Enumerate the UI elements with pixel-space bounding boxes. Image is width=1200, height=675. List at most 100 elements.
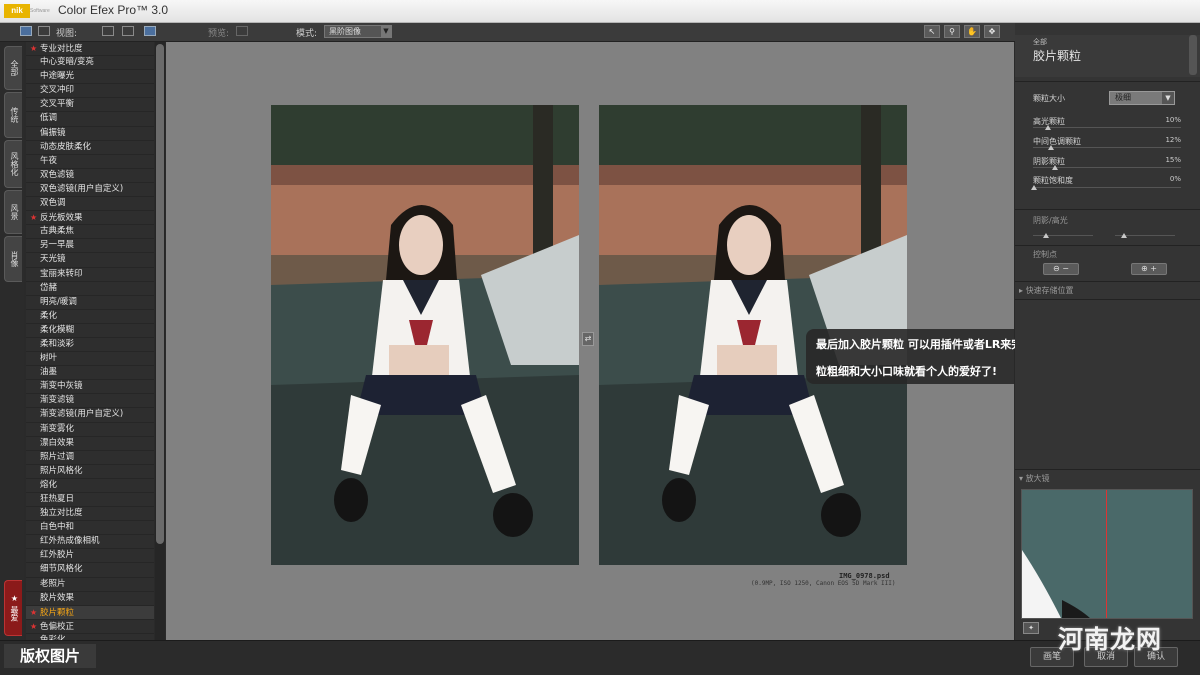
filter-list-item[interactable]: 中途曝光 — [26, 70, 154, 85]
highlight-grain-slider[interactable] — [1033, 127, 1181, 128]
filter-list-item[interactable]: 独立对比度 — [26, 507, 154, 522]
remove-control-point-button[interactable]: ⊖ − — [1043, 263, 1079, 275]
filter-label: 双色滤镜(用户自定义) — [40, 183, 124, 194]
quick-save-section[interactable]: ▸ 快速存储位置 — [1019, 285, 1074, 296]
panel-scrollbar[interactable] — [1189, 35, 1197, 75]
filter-label: 专业对比度 — [40, 44, 83, 54]
favorite-star-icon[interactable]: ★ — [30, 606, 40, 619]
slider-handle[interactable] — [1031, 185, 1037, 190]
loupe-view[interactable] — [1021, 489, 1193, 619]
slider-label: 颗粒饱和度 — [1033, 176, 1073, 185]
filter-list-item[interactable]: 柔化 — [26, 310, 154, 324]
midtone-grain-slider[interactable] — [1033, 147, 1181, 148]
mode-select[interactable]: 黑阶图像 ▼ — [324, 25, 392, 38]
filter-list-item[interactable]: 细节风格化 — [26, 563, 154, 578]
filter-list-item[interactable]: 老照片 — [26, 578, 154, 592]
title-bar: nik Software Color Efex Pro™ 3.0 — [0, 0, 1200, 23]
filter-list-item[interactable]: 双色滤镜 — [26, 169, 154, 183]
filter-label: 白色中和 — [40, 522, 75, 533]
grain-saturation-slider[interactable] — [1033, 187, 1181, 188]
tab-all[interactable]: 全部 — [4, 46, 22, 90]
filter-list-item[interactable]: 天光镜 — [26, 253, 154, 268]
filter-list-item[interactable]: 柔化模糊 — [26, 324, 154, 338]
single-panel-icon[interactable] — [20, 26, 32, 36]
filter-list-item[interactable]: 动态皮肤柔化 — [26, 141, 154, 155]
tab-favorites[interactable]: ★ 最爱 — [4, 580, 22, 636]
filter-list-item[interactable]: 熔化 — [26, 479, 154, 493]
filter-list-item[interactable]: 红外胶片 — [26, 549, 154, 564]
tab-stylized[interactable]: 风格化 — [4, 140, 22, 188]
split-swap-icon[interactable]: ⇄ — [582, 332, 594, 346]
slider-handle[interactable] — [1121, 233, 1127, 238]
category-tabs: 全部 传统 风格化 风景 肖像 ★ 最爱 — [0, 42, 24, 640]
filter-list-item[interactable]: 渐变中灰镜 — [26, 380, 154, 395]
filter-list-item[interactable]: 渐变滤镜 — [26, 394, 154, 409]
favorite-star-icon[interactable]: ★ — [30, 42, 40, 55]
view-side-by-side-icon[interactable] — [144, 26, 156, 36]
arrow-tool-icon[interactable]: ↖ — [924, 25, 940, 38]
tab-landscape[interactable]: 风景 — [4, 190, 22, 234]
filter-list-item[interactable]: 交叉冲印 — [26, 84, 154, 99]
zoom-tool-icon[interactable]: ⚲ — [944, 25, 960, 38]
filter-list-item[interactable]: ★ 反光板效果 — [26, 211, 154, 226]
filter-list-item[interactable]: 古典柔焦 — [26, 225, 154, 240]
filter-list-item[interactable]: 照片过调 — [26, 451, 154, 465]
filter-label: 独立对比度 — [40, 508, 83, 519]
filter-list-item[interactable]: 柔和淡彩 — [26, 338, 154, 353]
filter-list-item[interactable]: 岱赭 — [26, 282, 154, 296]
filter-list-item[interactable]: 胶片效果 — [26, 592, 154, 606]
pin-tool-icon[interactable]: ✥ — [984, 25, 1000, 38]
quick-save-label: 快速存储位置 — [1025, 286, 1074, 295]
filter-list-item[interactable]: 低调 — [26, 112, 154, 127]
tab-traditional[interactable]: 传统 — [4, 92, 22, 138]
hand-tool-icon[interactable]: ✋ — [964, 25, 980, 38]
filter-list-item[interactable]: ★ 色偏校正 — [26, 620, 154, 634]
filter-list-item[interactable]: 白色中和 — [26, 521, 154, 536]
tab-portrait[interactable]: 肖像 — [4, 236, 22, 282]
filter-label: 天光镜 — [40, 254, 66, 265]
filter-list-item[interactable]: 渐变滤镜(用户自定义) — [26, 408, 154, 423]
slider-handle[interactable] — [1052, 165, 1058, 170]
divider — [1015, 469, 1200, 470]
grain-size-select[interactable]: 极细 ▼ — [1109, 91, 1175, 105]
filter-list-item[interactable]: 渐变雾化 — [26, 423, 154, 437]
filter-list-scrollbar[interactable] — [155, 42, 165, 640]
favorite-star-icon[interactable]: ★ — [30, 211, 40, 224]
filter-list-item[interactable]: 中心变暗/变亮 — [26, 56, 154, 71]
shadows-slider[interactable] — [1033, 235, 1093, 236]
filter-list-item[interactable]: 双色滤镜(用户自定义) — [26, 183, 154, 198]
view-split-icon[interactable] — [122, 26, 134, 36]
slider-handle[interactable] — [1045, 125, 1051, 130]
list-view-icon[interactable] — [38, 26, 50, 36]
pin-icon[interactable]: ✦ — [1023, 622, 1039, 634]
filter-list-item[interactable]: 另一早晨 — [26, 239, 154, 254]
slider-handle[interactable] — [1048, 145, 1054, 150]
divider — [1015, 245, 1200, 246]
add-control-point-button[interactable]: ⊕ + — [1131, 263, 1167, 275]
slider-handle[interactable] — [1043, 233, 1049, 238]
filter-label: 明亮/暖调 — [40, 296, 77, 307]
filter-list-item[interactable]: ★ 胶片颗粒 — [26, 605, 154, 620]
filter-label: 另一早晨 — [40, 240, 75, 251]
view-single-icon[interactable] — [102, 26, 114, 36]
site-watermark: 河南龙网 — [1058, 625, 1163, 654]
filter-list-item[interactable]: 宝丽来转印 — [26, 268, 154, 282]
filter-list-item[interactable]: 狂热夏日 — [26, 493, 154, 508]
filter-list-item[interactable]: 午夜 — [26, 155, 154, 169]
favorite-star-icon[interactable]: ★ — [30, 620, 40, 633]
preview-label: 预览: — [208, 29, 230, 39]
filter-list-item[interactable]: 明亮/暖调 — [26, 296, 154, 310]
filter-list-item[interactable]: 油墨 — [26, 366, 154, 381]
filter-list-item[interactable]: 偏振镜 — [26, 127, 154, 141]
filter-list-item[interactable]: 漂白效果 — [26, 437, 154, 451]
preview-toggle-icon[interactable] — [236, 26, 248, 36]
filter-list-item[interactable]: 树叶 — [26, 352, 154, 367]
filter-list-item[interactable]: 红外热成像相机 — [26, 535, 154, 550]
scrollbar-thumb[interactable] — [156, 44, 164, 544]
loupe-section[interactable]: ▾ 放大镜 — [1019, 473, 1050, 484]
filter-list-item[interactable]: ★ 专业对比度 — [26, 42, 154, 57]
filter-list-item[interactable]: 交叉平衡 — [26, 98, 154, 113]
filter-label: 低调 — [40, 113, 58, 124]
filter-list-item[interactable]: 照片风格化 — [26, 465, 154, 479]
filter-list-item[interactable]: 双色调 — [26, 197, 154, 212]
